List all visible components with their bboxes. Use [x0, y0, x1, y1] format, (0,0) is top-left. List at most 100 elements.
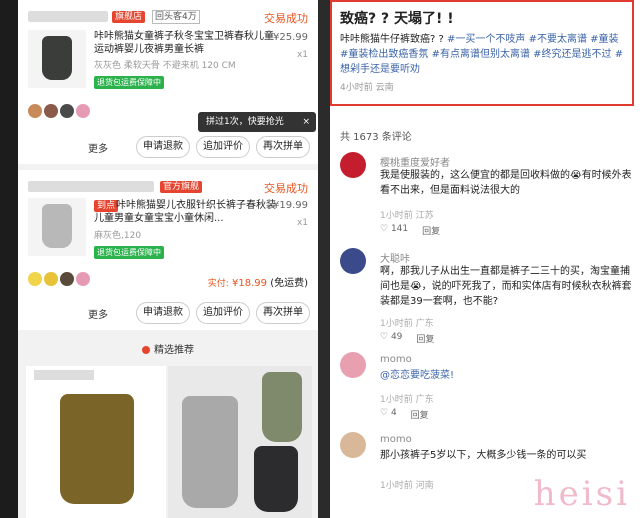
group-avatars [28, 104, 90, 120]
commenter-name[interactable]: 大聪咔 [380, 250, 410, 265]
comment-text: 啊，那我儿子从出生一直都是裤子二三十的买，淘宝童捕间也是😭，说的吓死我了，而和实… [380, 266, 632, 307]
avatar [76, 272, 90, 286]
hashtag[interactable]: #童装检出致癌香氛 [340, 49, 428, 60]
product-title[interactable]: 咔咔熊猫女童裤子秋冬宝宝卫裤春秋儿童运动裤婴儿夜裤男童长裤 [94, 30, 278, 56]
avatar[interactable] [340, 152, 366, 178]
like-icon[interactable]: ♡ 4 [380, 408, 397, 421]
product-spec: 灰灰色 柔软天骨 不避来机 120 CM [94, 61, 236, 71]
hashtag[interactable]: #童装 [590, 34, 618, 45]
blurred-label [34, 370, 94, 380]
regroup-button[interactable]: 再次拼单 [256, 302, 310, 324]
hashtag[interactable]: #一买一个不吱声 [447, 34, 525, 45]
watermark: heisi [533, 474, 630, 514]
hashtag[interactable]: #有点离谱但别太离谱 [432, 49, 530, 60]
comment-text: 那小孩裤子5岁以下，大概多少钱一条的可以买 [380, 450, 587, 461]
commenter-name[interactable]: 樱桃重度爱好者 [380, 154, 450, 169]
pants-image [254, 446, 298, 512]
avatar [44, 104, 58, 118]
order-status: 交易成功 [264, 12, 308, 25]
comment-time: 1小时前 江苏 [380, 211, 434, 221]
product-quantity: x1 [296, 218, 308, 228]
product-spec: 麻灰色,120 [94, 231, 142, 241]
reply-button[interactable]: 回复 [422, 224, 440, 237]
highlighted-post: 致癌? ? 天塌了! ! 咔咔熊猫牛仔裤致癌? ? #一买一个不吱声 #不要太离… [330, 0, 634, 106]
like-count: 49 [390, 332, 403, 342]
order-list-panel: 旗舰店 回头客4万 交易成功 咔咔熊猫女童裤子秋冬宝宝卫裤春秋儿童运动裤婴儿夜裤… [18, 0, 318, 518]
product-image[interactable] [28, 198, 86, 256]
more-button[interactable]: 更多 [88, 140, 108, 155]
product-title[interactable]: 咔咔熊猫婴儿衣服针织长裤子春秋装儿童男童女童宝宝小童休闲... [94, 199, 278, 225]
paid-amount: 实付: ¥18.99 (免运费) [208, 274, 308, 289]
comment-item: 樱桃重度爱好者 我是使服装的，这么便宜的都是回收料做的😭有时候外表看不出来，但是… [340, 152, 636, 242]
paid-label: 实付: [207, 279, 229, 289]
like-count: 141 [390, 224, 409, 234]
pants-image [42, 36, 72, 80]
avatar[interactable] [340, 352, 366, 378]
comment-actions: ♡ 49 回复 [380, 332, 434, 345]
add-review-button[interactable]: 追加评价 [196, 136, 250, 158]
commenter-name[interactable]: momo [380, 434, 412, 445]
left-background-strip [0, 0, 18, 518]
avatar [60, 104, 74, 118]
regroup-button[interactable]: 再次拼单 [256, 136, 310, 158]
shop-name-blurred [28, 11, 108, 22]
post-text: 咔咔熊猫牛仔裤致癌? ? [340, 34, 447, 45]
avatar[interactable] [340, 248, 366, 274]
refund-button[interactable]: 申请退款 [136, 302, 190, 324]
tooltip-text: 拼过1次，快要抢光 [206, 117, 284, 127]
shop-tag: 旗舰店 [112, 11, 146, 23]
close-icon[interactable]: × [302, 112, 310, 132]
paid-note: (免运费) [270, 278, 308, 289]
comment-time: 1小时前 广东 [380, 395, 434, 405]
recommend-header: 精选推荐 [18, 338, 318, 364]
order-status: 交易成功 [264, 182, 308, 195]
post-title: 致癌? ? 天塌了! ! [340, 11, 454, 27]
mention-link[interactable]: @恋恋要吃菠菜! [380, 370, 454, 381]
hashtag[interactable]: #终究还是逃不过 [533, 49, 611, 60]
commenter-name[interactable]: momo [380, 354, 412, 365]
guarantee-badge: 退货包运费保障中 [94, 76, 164, 89]
like-count: 4 [390, 408, 397, 418]
pants-image [262, 372, 302, 442]
refund-button[interactable]: 申请退款 [136, 136, 190, 158]
comment-count: 共 1673 条评论 [340, 132, 412, 143]
product-image[interactable] [28, 30, 86, 88]
shop-tag: 官方旗舰 [160, 181, 203, 193]
order-actions: 更多 申请退款 追加评价 再次拼单 [18, 302, 310, 324]
comment-time: 1小时前 广东 [380, 319, 434, 329]
post-body: 咔咔熊猫牛仔裤致癌? ? #一买一个不吱声 #不要太离谱 #童装 #童装检出致癌… [340, 32, 624, 77]
post-panel: 致癌? ? 天塌了! ! 咔咔熊猫牛仔裤致癌? ? #一买一个不吱声 #不要太离… [330, 0, 640, 518]
comment-actions: ♡ 141 回复 [380, 224, 440, 237]
product-quantity: x1 [296, 50, 308, 60]
heart-icon [142, 346, 150, 354]
like-icon[interactable]: ♡ 141 [380, 224, 408, 237]
pants-image [60, 394, 134, 504]
comment-actions: ♡ 4 回复 [380, 408, 429, 421]
avatar [44, 272, 58, 286]
group-avatars [28, 272, 90, 288]
recommend-item[interactable] [168, 366, 312, 518]
add-review-button[interactable]: 追加评价 [196, 302, 250, 324]
like-icon[interactable]: ♡ 49 [380, 332, 402, 345]
order-actions: 更多 申请退款 追加评价 再次拼单 [18, 136, 310, 158]
more-button[interactable]: 更多 [88, 306, 108, 321]
pants-image [42, 204, 72, 248]
reply-button[interactable]: 回复 [416, 332, 434, 345]
reply-button[interactable]: 回复 [411, 408, 429, 421]
order-card[interactable]: 旗舰店 回头客4万 交易成功 咔咔熊猫女童裤子秋冬宝宝卫裤春秋儿童运动裤婴儿夜裤… [18, 0, 318, 164]
comment-text: 我是使服装的，这么便宜的都是回收料做的😭有时候外表看不出来，但是面料说法很大的 [380, 170, 632, 196]
avatar [76, 104, 90, 118]
comment-text: @恋恋要吃菠菜! [380, 368, 636, 383]
group-tooltip: 拼过1次，快要抢光 × [198, 112, 316, 132]
order-card[interactable]: 官方旗舰 交易成功 到点 咔咔熊猫婴儿衣服针织长裤子春秋装儿童男童女童宝宝小童休… [18, 170, 318, 330]
product-price: ¥25.99 [273, 32, 308, 43]
paid-value: ¥18.99 [232, 278, 267, 289]
shop-subtag: 回头客4万 [152, 10, 200, 24]
hashtag[interactable]: #不要太离谱 [529, 34, 587, 45]
post-meta: 4小时前 云南 [340, 83, 394, 93]
avatar [60, 272, 74, 286]
avatar[interactable] [340, 432, 366, 458]
comment-item: momo @恋恋要吃菠菜! 1小时前 广东 ♡ 4 回复 [340, 352, 636, 424]
pants-image [182, 396, 238, 508]
recommend-item[interactable] [26, 366, 166, 518]
